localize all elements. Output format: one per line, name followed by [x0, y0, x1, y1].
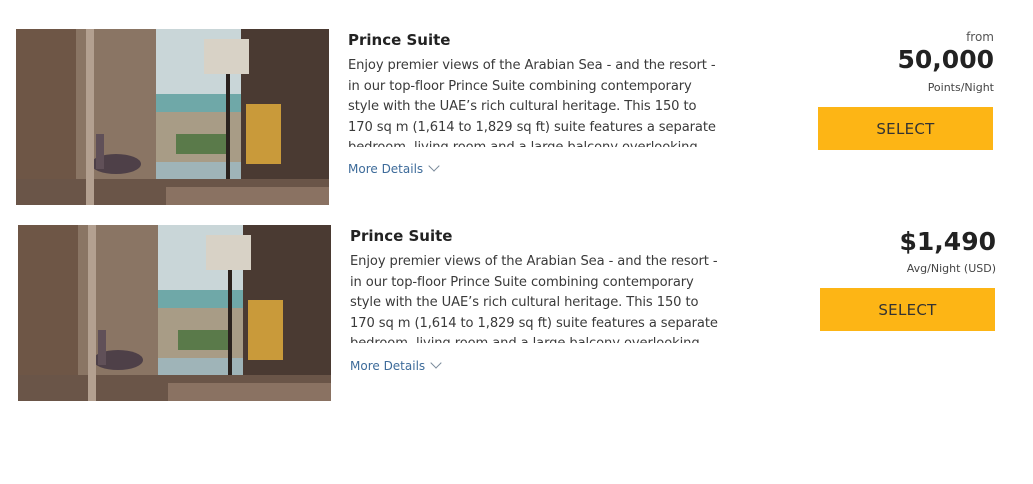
room-description: Enjoy premier views of the Arabian Sea -…	[348, 58, 716, 147]
price-unit: Avg/Night (USD)	[906, 262, 996, 275]
more-details-link[interactable]: More Details	[350, 357, 442, 373]
select-button[interactable]: SELECT	[820, 288, 995, 331]
room-title: Prince Suite	[350, 227, 453, 245]
more-details-link[interactable]: More Details	[348, 160, 440, 176]
cash-price: $1,490	[899, 227, 996, 256]
more-details-label: More Details	[350, 359, 426, 373]
chevron-down-icon	[428, 160, 440, 172]
room-photo	[16, 29, 329, 205]
price-from-label: from	[966, 30, 994, 44]
room-photo	[18, 225, 331, 401]
more-details-label: More Details	[348, 162, 424, 176]
room-card: Prince Suite Enjoy premier views of the …	[0, 0, 1033, 210]
room-description: Enjoy premier views of the Arabian Sea -…	[350, 254, 718, 343]
suite-interior-image	[16, 29, 329, 205]
price-unit: Points/Night	[927, 81, 994, 94]
points-price: 50,000	[897, 45, 994, 74]
chevron-down-icon	[430, 357, 442, 369]
room-card: Prince Suite Enjoy premier views of the …	[0, 210, 1033, 410]
room-title: Prince Suite	[348, 31, 451, 49]
suite-interior-image	[18, 225, 331, 401]
select-button[interactable]: SELECT	[818, 107, 993, 150]
